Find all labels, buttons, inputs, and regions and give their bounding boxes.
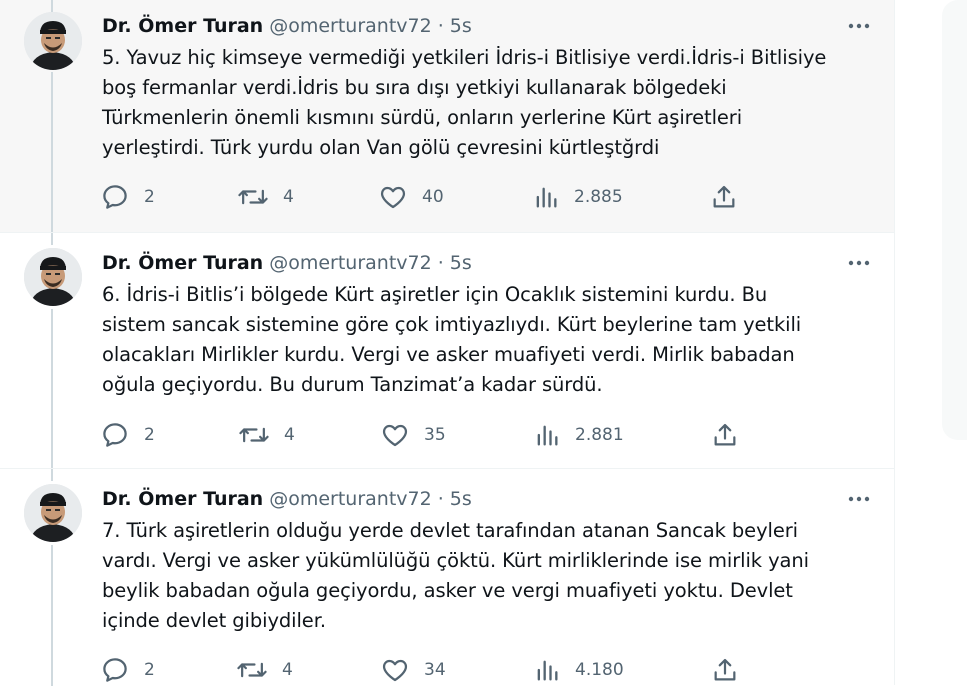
author-name[interactable]: Dr. Ömer Turan [102,488,263,510]
views-button[interactable]: 4.180 [533,655,624,685]
reply-icon [103,423,127,447]
like-button[interactable]: 40 [378,182,444,212]
tweet-7[interactable]: Dr. Ömer Turan @omerturantv72 · 5s 7. Tü… [0,468,894,686]
more-icon [848,496,870,502]
author-handle[interactable]: @omerturantv72 [269,15,432,37]
reply-icon [103,658,127,682]
like-count: 35 [424,425,446,445]
like-icon [382,659,408,682]
tweet-text: 5. Yavuz hiç kimseye vermediği yetkileri… [102,46,827,159]
retweet-icon [238,189,268,205]
reply-button[interactable]: 2 [100,182,155,212]
tweet-header: Dr. Ömer Turan @omerturantv72 · 5s [102,486,472,512]
share-icon [713,185,735,208]
thread-line [51,545,53,686]
like-icon [380,186,406,209]
tweet-6[interactable]: Dr. Ömer Turan @omerturantv72 · 5s 6. İd… [0,232,894,469]
avatar[interactable] [24,12,82,70]
more-icon [848,23,870,29]
thread-line [51,233,53,245]
more-button[interactable] [844,250,874,276]
reply-count: 2 [144,187,155,207]
reply-icon [103,185,127,209]
retweet-icon [239,427,269,443]
author-name[interactable]: Dr. Ömer Turan [102,252,263,274]
share-button[interactable] [711,420,739,450]
author-handle[interactable]: @omerturantv72 [269,488,432,510]
thread-line [51,469,53,481]
reply-button[interactable]: 2 [100,420,155,450]
separator: · [437,15,444,37]
tweet-5[interactable]: Dr. Ömer Turan @omerturantv72 · 5s 5. Ya… [0,0,894,232]
retweet-button[interactable]: 4 [238,420,295,450]
share-icon [714,423,736,446]
share-button[interactable] [710,182,738,212]
sidebar-panel [942,0,967,440]
views-count: 2.881 [575,425,624,445]
reply-count: 2 [144,425,155,445]
views-icon [536,187,557,208]
timestamp[interactable]: 5s [450,488,472,510]
avatar[interactable] [24,484,82,542]
share-button[interactable] [711,655,739,685]
tweet-header: Dr. Ömer Turan @omerturantv72 · 5s [102,13,472,39]
reply-button[interactable]: 2 [100,655,155,685]
views-icon [537,660,558,681]
like-count: 34 [424,660,446,680]
like-button[interactable]: 35 [380,420,446,450]
timestamp[interactable]: 5s [450,252,472,274]
author-name[interactable]: Dr. Ömer Turan [102,15,263,37]
author-handle[interactable]: @omerturantv72 [269,252,432,274]
views-icon [537,425,558,446]
timeline: Dr. Ömer Turan @omerturantv72 · 5s 5. Ya… [0,0,895,686]
avatar-image [24,248,82,306]
thread-line [51,309,53,469]
separator: · [437,488,444,510]
reply-count: 2 [144,660,155,680]
avatar-image [24,484,82,542]
views-count: 4.180 [575,660,624,680]
tweet-actions: 2 4 40 2.885 [100,182,750,212]
more-icon [848,260,870,266]
views-button[interactable]: 2.885 [532,182,623,212]
views-button[interactable]: 2.881 [533,420,624,450]
retweet-count: 4 [282,660,293,680]
tweet-actions: 2 4 34 4.180 [100,655,750,685]
retweet-count: 4 [284,425,295,445]
retweet-button[interactable]: 4 [236,655,293,685]
retweet-count: 4 [283,187,294,207]
share-icon [714,658,736,681]
thread-line [51,72,53,232]
timestamp[interactable]: 5s [450,15,472,37]
avatar-image [24,12,82,70]
retweet-icon [237,662,267,678]
tweet-header: Dr. Ömer Turan @omerturantv72 · 5s [102,250,472,276]
tweet-text: 6. İdris-i Bitlis’i bölgede Kürt aşiretl… [102,283,802,396]
tweet-text: 7. Türk aşiretlerin olduğu yerde devlet … [102,519,809,632]
more-button[interactable] [844,486,874,512]
thread-line [51,0,53,12]
retweet-button[interactable]: 4 [237,182,294,212]
more-button[interactable] [844,13,874,39]
separator: · [437,252,444,274]
views-count: 2.885 [574,187,623,207]
tweet-actions: 2 4 35 2.881 [100,420,750,450]
like-icon [382,424,408,447]
like-count: 40 [422,187,444,207]
like-button[interactable]: 34 [380,655,446,685]
avatar[interactable] [24,248,82,306]
